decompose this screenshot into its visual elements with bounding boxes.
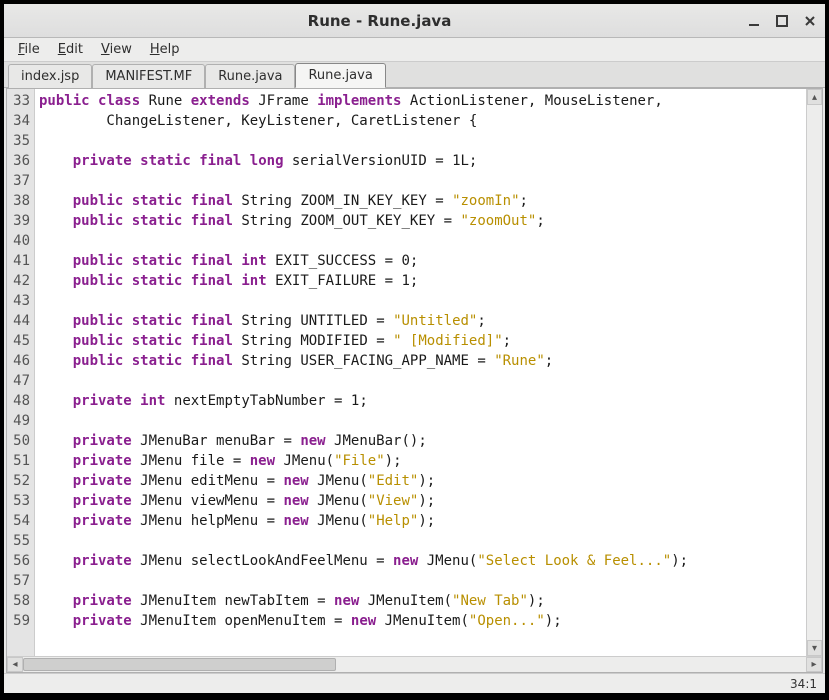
app-window: Rune - Rune.java FileEditViewHelp index.… (3, 3, 826, 694)
window-title: Rune - Rune.java (12, 12, 747, 30)
editor-area: 33 34 35 36 37 38 39 40 41 42 43 44 45 4… (6, 88, 823, 673)
close-button[interactable] (803, 14, 817, 28)
scroll-left-button[interactable]: ◂ (7, 657, 23, 672)
tab-rune-java-3[interactable]: Rune.java (295, 63, 385, 88)
menu-help[interactable]: Help (142, 40, 188, 59)
menu-edit[interactable]: Edit (50, 40, 91, 59)
titlebar: Rune - Rune.java (4, 4, 825, 38)
statusbar: 34:1 (4, 673, 825, 693)
menu-view[interactable]: View (93, 40, 140, 59)
scroll-up-button[interactable]: ▴ (807, 89, 822, 105)
window-controls (747, 14, 817, 28)
line-gutter: 33 34 35 36 37 38 39 40 41 42 43 44 45 4… (7, 89, 35, 656)
code-viewport: 33 34 35 36 37 38 39 40 41 42 43 44 45 4… (7, 89, 822, 656)
maximize-button[interactable] (775, 14, 789, 28)
horizontal-scrollbar[interactable]: ◂ ▸ (7, 656, 822, 672)
scroll-down-button[interactable]: ▾ (807, 640, 822, 656)
tab-manifest-mf-1[interactable]: MANIFEST.MF (92, 64, 205, 88)
hscroll-thumb[interactable] (23, 658, 336, 671)
minimize-button[interactable] (747, 14, 761, 28)
menubar: FileEditViewHelp (4, 38, 825, 62)
code-text[interactable]: public class Rune extends JFrame impleme… (35, 89, 806, 656)
scroll-right-button[interactable]: ▸ (806, 657, 822, 672)
cursor-position: 34:1 (790, 677, 817, 691)
menu-file[interactable]: File (10, 40, 48, 59)
tab-index-jsp-0[interactable]: index.jsp (8, 64, 92, 88)
tab-rune-java-2[interactable]: Rune.java (205, 64, 295, 88)
hscroll-track[interactable] (23, 657, 806, 672)
editor-tabs: index.jspMANIFEST.MFRune.javaRune.java (4, 62, 825, 88)
vertical-scrollbar[interactable]: ▴ ▾ (806, 89, 822, 656)
